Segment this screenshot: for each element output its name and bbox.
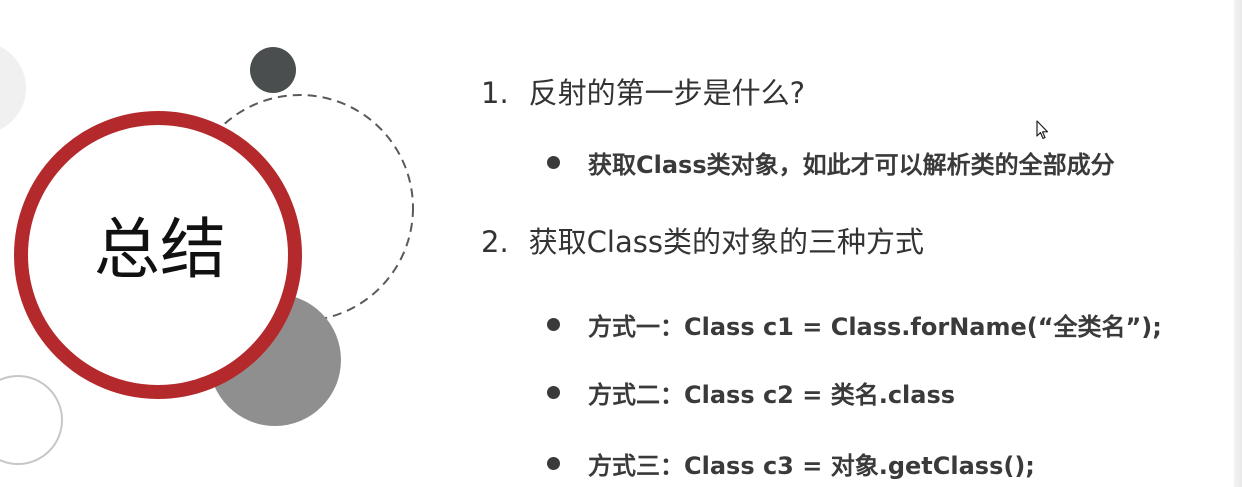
mouse-cursor-icon (1036, 120, 1049, 140)
slide-title: 总结 (94, 211, 226, 288)
method-1-bullet: 方式一：Class c1 = Class.forName(“全类名”); (547, 307, 1162, 342)
method-1-text: 方式一：Class c1 = Class.forName(“全类名”); (588, 313, 1162, 341)
answer-1-bullet: 获取Class类对象，如此才可以解析类的全部成分 (547, 145, 1115, 180)
question-2: 2. 获取Class类的对象的三种方式 (481, 219, 924, 261)
method-2-text: 方式二：Class c2 = 类名.class (588, 381, 956, 409)
answer-1-text: 获取Class类对象，如此才可以解析类的全部成分 (588, 151, 1115, 179)
faint-circle-top-left (0, 46, 26, 130)
method-3-text: 方式三：Class c3 = 对象.getClass(); (588, 452, 1035, 480)
slide: 总结 1. 反射的第一步是什么? 获取Class类对象，如此才可以解析类的全部成分… (0, 0, 1242, 487)
question-1-text: 反射的第一步是什么? (528, 76, 806, 110)
bullet-dot-icon (547, 386, 560, 399)
dark-circle (250, 47, 296, 93)
bullet-dot-icon (547, 318, 560, 331)
outline-circle-bottom-left (0, 375, 63, 465)
bullet-dot-icon (547, 156, 560, 169)
question-2-number: 2. (481, 225, 509, 259)
question-1-number: 1. (481, 76, 509, 110)
question-2-text: 获取Class类的对象的三种方式 (528, 225, 924, 259)
method-2-bullet: 方式二：Class c2 = 类名.class (547, 375, 955, 410)
question-1: 1. 反射的第一步是什么? (481, 70, 805, 112)
method-3-bullet: 方式三：Class c3 = 对象.getClass(); (547, 446, 1035, 481)
bullet-dot-icon (547, 457, 560, 470)
